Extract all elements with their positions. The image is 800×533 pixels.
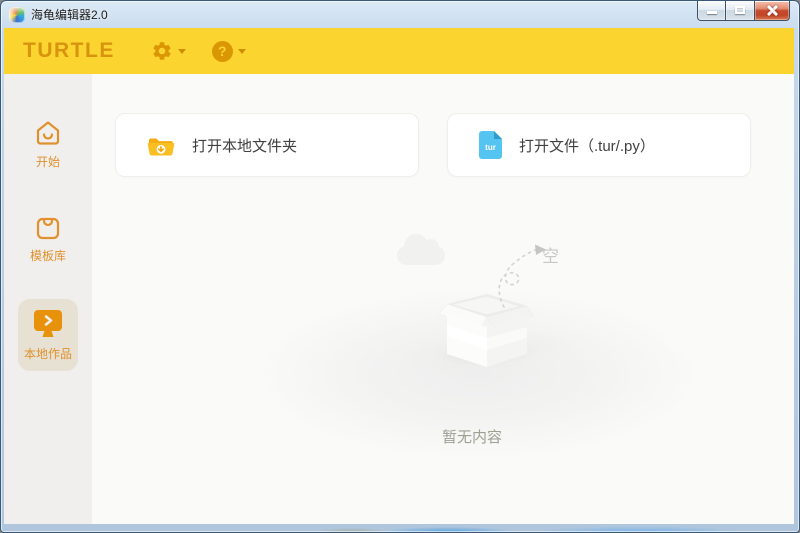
local-works-monitor-icon <box>30 308 66 340</box>
window-controls <box>697 1 790 21</box>
restore-button[interactable] <box>726 1 755 21</box>
chevron-down-icon <box>178 49 186 58</box>
open-local-folder-button[interactable]: 打开本地文件夹 <box>115 113 419 177</box>
main-panel: 打开本地文件夹 tur 打开文件（.tur/.py） <box>92 74 794 524</box>
app-logo-icon <box>9 7 25 23</box>
open-local-folder-label: 打开本地文件夹 <box>192 135 297 156</box>
brand-header: TURTLE ? <box>4 28 794 74</box>
settings-menu[interactable] <box>151 40 186 62</box>
sidebar-item-local-works[interactable]: 本地作品 <box>18 299 78 371</box>
minimize-button[interactable] <box>697 1 726 21</box>
help-icon: ? <box>212 41 233 62</box>
tur-file-icon: tur <box>479 131 502 159</box>
minimize-icon <box>707 11 717 14</box>
sidebar-item-label: 开始 <box>36 153 60 170</box>
dashed-arrow-path <box>490 237 554 311</box>
window-title: 海龟编辑器2.0 <box>31 6 108 23</box>
open-file-button[interactable]: tur 打开文件（.tur/.py） <box>447 113 751 177</box>
action-cards: 打开本地文件夹 tur 打开文件（.tur/.py） <box>115 113 751 177</box>
tur-file-badge: tur <box>485 143 496 152</box>
app-content: TURTLE ? 开始 <box>4 28 794 524</box>
help-menu[interactable]: ? <box>212 41 246 62</box>
ground-illustration <box>242 284 712 464</box>
sidebar-item-label: 本地作品 <box>24 345 72 362</box>
close-button[interactable] <box>755 1 790 21</box>
chevron-down-icon <box>238 49 246 58</box>
gear-icon <box>151 40 173 62</box>
empty-box-illustration <box>422 272 552 372</box>
restore-icon <box>735 6 745 14</box>
folder-download-icon <box>147 133 175 158</box>
sidebar: 开始 模板库 本地作品 <box>4 74 92 524</box>
empty-bubble-text: 空 <box>542 242 560 267</box>
template-bag-icon <box>32 212 64 242</box>
sidebar-item-start[interactable]: 开始 <box>18 109 78 179</box>
empty-message: 暂无内容 <box>442 426 502 447</box>
home-icon <box>32 118 64 148</box>
box-shadow <box>391 322 584 383</box>
open-file-label: 打开文件（.tur/.py） <box>519 135 655 156</box>
cloud-icon <box>397 246 445 265</box>
sidebar-item-label: 模板库 <box>30 247 66 264</box>
window-titlebar[interactable]: 海龟编辑器2.0 <box>1 1 799 28</box>
close-icon <box>766 5 778 16</box>
sidebar-item-templates[interactable]: 模板库 <box>18 203 78 273</box>
turtle-logo: TURTLE <box>23 39 115 63</box>
app-window: 海龟编辑器2.0 TURTLE ? <box>0 0 800 533</box>
